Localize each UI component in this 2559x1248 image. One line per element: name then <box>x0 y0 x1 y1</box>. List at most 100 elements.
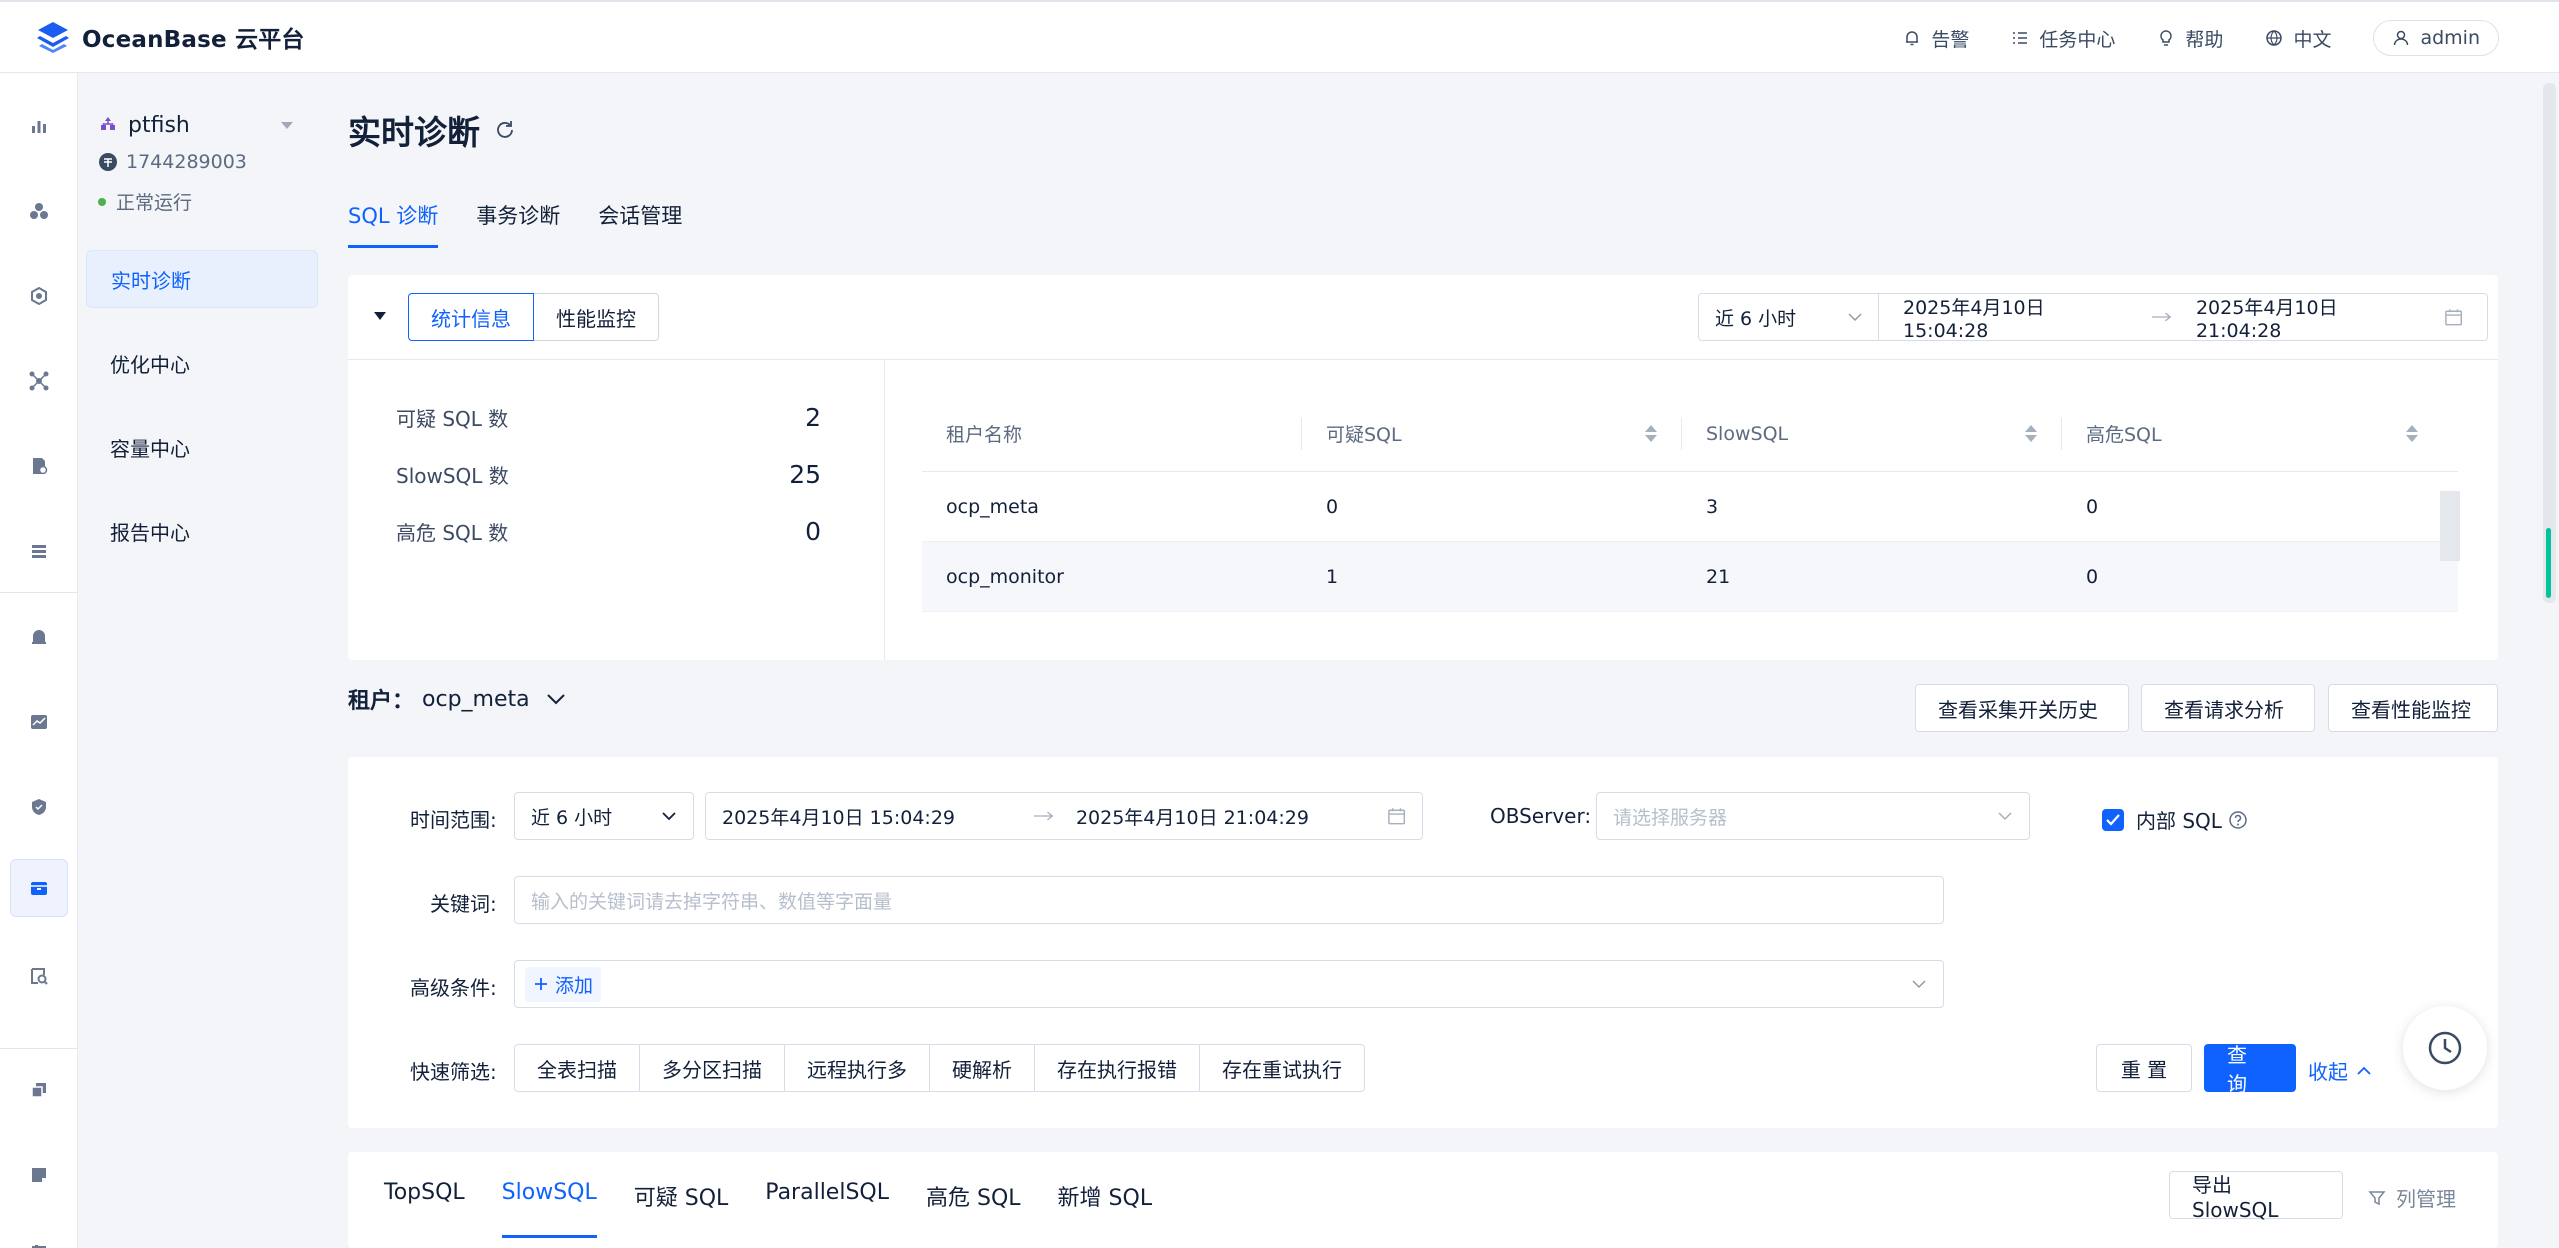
caret-down-icon <box>280 121 293 129</box>
plus-icon <box>535 978 547 990</box>
keyword-label: 关键词: <box>430 892 497 916</box>
column-header-tenant: 租户名称 <box>922 417 1302 450</box>
language-button[interactable]: 中文 <box>2265 25 2331 52</box>
time-preset-value: 近 6 小时 <box>531 806 613 829</box>
user-icon <box>2394 30 2409 46</box>
keyword-input[interactable]: 输入的关键词请去掉字符串、数值等字面量 <box>514 876 1944 924</box>
question-circle-icon[interactable] <box>2228 810 2248 830</box>
rail-document-icon[interactable] <box>22 1158 56 1192</box>
table-row[interactable]: ocp_monitor 1 21 0 <box>922 542 2458 612</box>
history-float-button[interactable] <box>2403 1006 2487 1090</box>
time-range-picker[interactable]: 2025年4月10日 15:04:29 2025年4月10日 21:04:29 <box>705 792 1423 840</box>
quick-filter-remote-exec[interactable]: 远程执行多 <box>784 1044 930 1092</box>
page-scrollbar[interactable] <box>2540 73 2559 1248</box>
oceanbase-logo-icon <box>37 22 69 53</box>
quick-filter-retry-exec[interactable]: 存在重试执行 <box>1199 1044 1365 1092</box>
rail-divider <box>0 1048 78 1049</box>
rail-overview-icon[interactable] <box>22 109 56 143</box>
internal-sql-checkbox[interactable]: 内部 SQL <box>2102 805 2248 834</box>
stat-label: 高危 SQL 数 <box>396 521 509 545</box>
tab-parallelsql[interactable]: ParallelSQL <box>765 1180 889 1238</box>
time-end: 2025年4月10日 21:04:29 <box>1075 806 1309 829</box>
chevron-down-icon <box>1848 313 1862 322</box>
rail-database-icon[interactable] <box>22 534 56 568</box>
column-header-slowsql[interactable]: SlowSQL <box>1682 417 2062 450</box>
rail-backup-icon[interactable] <box>22 449 56 483</box>
collapse-caret-icon[interactable] <box>373 311 387 321</box>
user-menu-button[interactable]: admin <box>2373 20 2499 56</box>
seg-perf-button[interactable]: 性能监控 <box>534 293 659 341</box>
column-manage-button[interactable]: 列管理 <box>2368 1183 2456 1212</box>
rail-settings-icon[interactable] <box>22 1235 56 1248</box>
column-header-highrisk[interactable]: 高危SQL <box>2062 418 2442 450</box>
overview-range-picker[interactable]: 2025年4月10日 15:04:28 2025年4月10日 21:04:28 <box>1879 293 2487 342</box>
tab-slowsql[interactable]: SlowSQL <box>501 1180 597 1238</box>
column-header-suspicious[interactable]: 可疑SQL <box>1302 417 1682 450</box>
rail-tenant-icon[interactable] <box>22 279 56 313</box>
tab-sql-diagnosis[interactable]: SQL 诊断 <box>348 200 439 248</box>
alert-button[interactable]: 告警 <box>1903 25 1969 52</box>
rail-alert-icon[interactable] <box>22 620 56 654</box>
rail-monitor-icon[interactable] <box>22 705 56 739</box>
observer-select[interactable]: 请选择服务器 <box>1596 792 2030 840</box>
view-request-analysis-button[interactable]: 查看请求分析 <box>2141 684 2315 732</box>
tenant-name: ptfish <box>128 113 190 138</box>
time-preset-select[interactable]: 近 6 小时 <box>514 792 694 840</box>
table-row[interactable]: ocp_meta 0 3 0 <box>922 472 2458 542</box>
chevron-down-icon[interactable] <box>1911 979 1927 989</box>
rail-copy-icon[interactable] <box>22 1073 56 1107</box>
view-performance-button[interactable]: 查看性能监控 <box>2328 684 2498 732</box>
tab-new-sql[interactable]: 新增 SQL <box>1058 1180 1153 1238</box>
sort-icon[interactable] <box>2025 425 2037 442</box>
tenant-switcher[interactable]: ptfish <box>98 113 294 138</box>
help-button[interactable]: 帮助 <box>2157 25 2223 52</box>
internal-sql-label: 内部 SQL <box>2136 809 2222 833</box>
table-scrollbar[interactable] <box>2440 473 2460 603</box>
rail-cluster-icon[interactable] <box>22 194 56 228</box>
rail-topology-icon[interactable] <box>22 364 56 398</box>
rail-security-icon[interactable] <box>22 790 56 824</box>
overview-range-preset-select[interactable]: 近 6 小时 <box>1699 294 1879 340</box>
overview-view-switch: 统计信息 性能监控 <box>408 293 659 341</box>
subnav-item-optimization[interactable]: 优化中心 <box>86 334 318 392</box>
checkbox-checked-icon[interactable] <box>2102 808 2124 831</box>
tab-highrisk-sql[interactable]: 高危 SQL <box>926 1180 1021 1238</box>
stat-label: 可疑 SQL 数 <box>396 407 509 431</box>
sort-icon[interactable] <box>2406 425 2418 442</box>
stat-highrisk: 高危 SQL 数 0 <box>396 517 821 546</box>
page-title-text: 实时诊断 <box>348 113 480 152</box>
subnav-item-realtime-diagnosis[interactable]: 实时诊断 <box>86 250 318 308</box>
view-history-button[interactable]: 查看采集开关历史 <box>1915 684 2129 732</box>
quick-filter-exec-error[interactable]: 存在执行报错 <box>1034 1044 1200 1092</box>
app-logo[interactable]: OceanBase 云平台 <box>34 20 305 54</box>
query-button[interactable]: 查 询 <box>2204 1043 2296 1096</box>
quick-filter-multi-partition[interactable]: 多分区扫描 <box>639 1044 785 1092</box>
tab-session-management[interactable]: 会话管理 <box>598 200 682 248</box>
tenant-select[interactable]: 租户： ocp_meta <box>348 683 566 715</box>
task-center-button[interactable]: 任务中心 <box>2011 25 2115 52</box>
rail-inspection-icon[interactable] <box>22 959 56 993</box>
tab-transaction-diagnosis[interactable]: 事务诊断 <box>476 200 560 248</box>
collapse-button[interactable]: 收起 <box>2308 1056 2372 1085</box>
quick-filter-full-scan[interactable]: 全表扫描 <box>514 1044 640 1092</box>
tab-topsql[interactable]: TopSQL <box>384 1180 465 1238</box>
task-center-label: 任务中心 <box>2039 28 2116 51</box>
sort-icon[interactable] <box>1645 425 1657 442</box>
chevron-down-icon <box>662 812 676 821</box>
reset-button[interactable]: 重 置 <box>2096 1044 2192 1092</box>
subnav-item-capacity[interactable]: 容量中心 <box>86 418 318 476</box>
stat-value: 2 <box>805 403 821 432</box>
quick-filter-hard-parse[interactable]: 硬解析 <box>929 1044 1035 1092</box>
table-cell: 3 <box>1706 495 1719 518</box>
rail-diagnosis-icon[interactable] <box>10 859 68 917</box>
add-condition-button[interactable]: 添加 <box>525 966 602 1002</box>
overview-time-range: 近 6 小时 2025年4月10日 15:04:28 2025年4月10日 21… <box>1698 293 2488 342</box>
tab-suspicious-sql[interactable]: 可疑 SQL <box>634 1180 729 1238</box>
page-title: 实时诊断 <box>348 106 516 154</box>
seg-stats-button[interactable]: 统计信息 <box>408 293 534 341</box>
export-slowsql-button[interactable]: 导出 SlowSQL <box>2169 1171 2343 1222</box>
subnav-item-report[interactable]: 报告中心 <box>86 502 318 560</box>
overview-divider <box>348 359 2498 360</box>
arrow-right-icon <box>1033 811 1054 821</box>
refresh-icon[interactable] <box>494 119 516 141</box>
